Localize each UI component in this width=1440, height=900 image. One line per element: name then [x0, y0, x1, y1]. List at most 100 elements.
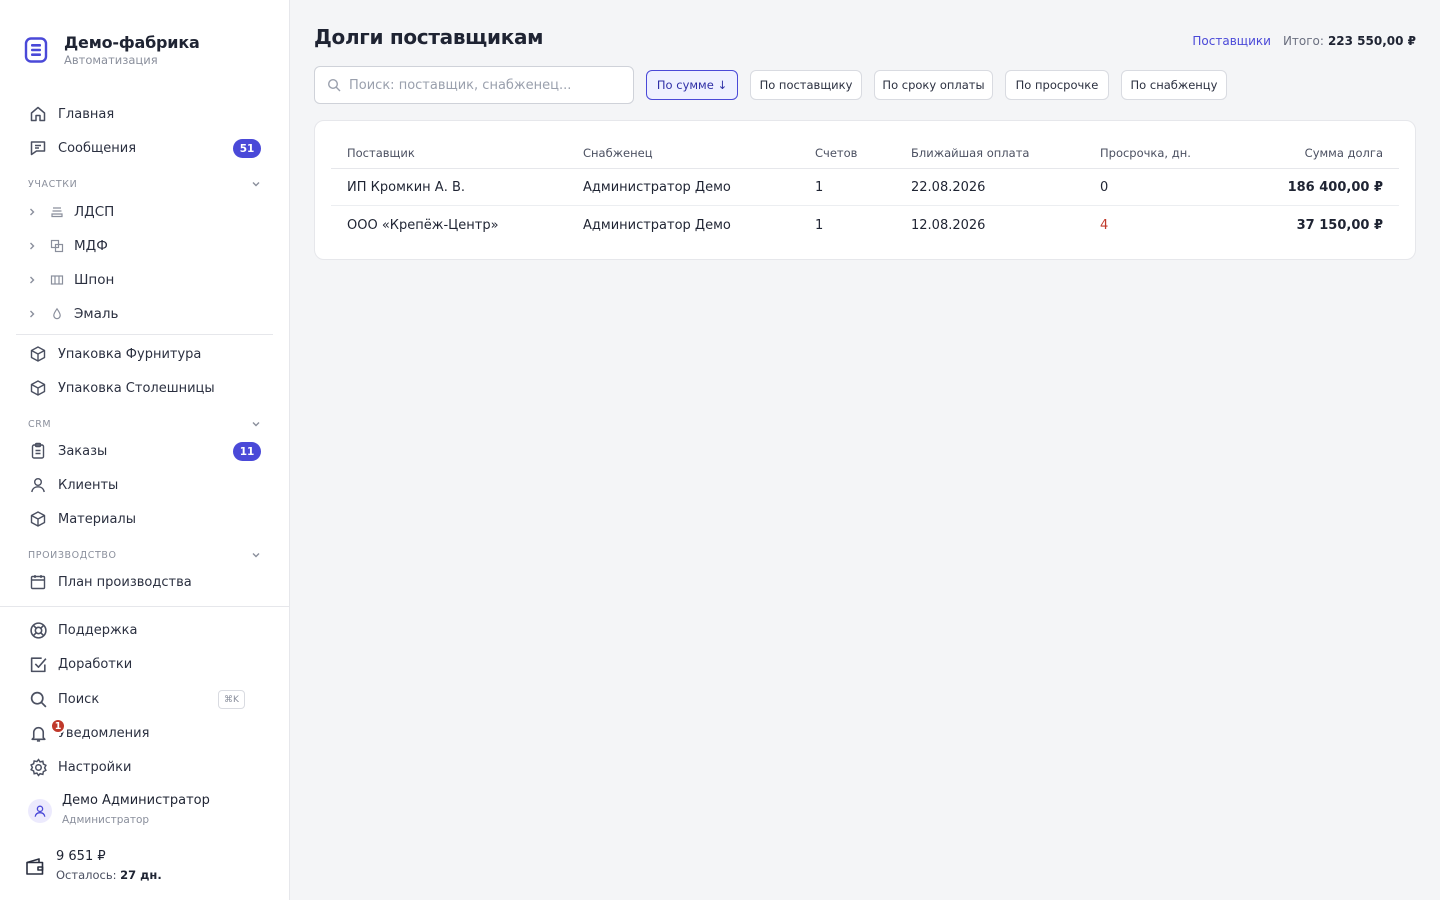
- nav-production-plan[interactable]: План производства: [16, 566, 273, 598]
- search-icon: [327, 78, 341, 92]
- search-icon: [28, 689, 48, 709]
- search-box[interactable]: [314, 66, 634, 104]
- box-icon: [28, 378, 48, 398]
- chevron-right-icon[interactable]: [24, 204, 40, 220]
- participant-veneer[interactable]: Шпон: [24, 265, 273, 295]
- column-header-next-payment[interactable]: Ближайшая оплата: [911, 146, 1029, 160]
- cell-amount: 37 150,00 ₽: [1296, 217, 1383, 233]
- user-role: Администратор: [62, 814, 150, 826]
- nav-clients-label: Клиенты: [58, 477, 119, 493]
- nav-messages[interactable]: Сообщения 51: [16, 132, 273, 164]
- search-input[interactable]: [349, 77, 619, 93]
- participant-label: Эмаль: [74, 306, 119, 322]
- notifications-count-badge: 1: [50, 718, 66, 734]
- gear-icon: [28, 757, 48, 777]
- nav-orders[interactable]: Заказы 11: [16, 435, 273, 467]
- checkbox-icon: [28, 654, 48, 674]
- wallet-remaining-value: 27 дн.: [120, 868, 162, 882]
- user-profile[interactable]: Демо Администратор Администратор: [28, 792, 268, 830]
- nav-packaging-hardware[interactable]: Упаковка Фурнитура: [16, 338, 273, 370]
- nav-messages-label: Сообщения: [58, 140, 137, 156]
- nav-support[interactable]: Поддержка: [16, 614, 273, 646]
- column-header-supplier[interactable]: Поставщик: [347, 146, 415, 160]
- sidebar: Демо-фабрика Автоматизация Главная Сообщ…: [0, 0, 290, 900]
- total-label: Итого:: [1282, 34, 1324, 48]
- wallet-amount: 9 651 ₽: [56, 849, 106, 864]
- participant-enamel[interactable]: Эмаль: [24, 299, 273, 329]
- participant-label: ЛДСП: [74, 204, 115, 220]
- column-header-amount[interactable]: Сумма долга: [1305, 146, 1383, 160]
- user-name: Демо Администратор: [62, 793, 210, 808]
- suppliers-link[interactable]: Поставщики: [1192, 34, 1271, 48]
- nav-search-label: Поиск: [58, 691, 100, 707]
- section-participants[interactable]: Участки: [28, 176, 262, 192]
- column-header-invoices[interactable]: Счетов: [815, 146, 857, 160]
- wallet-remaining: Осталось: 27 дн.: [56, 867, 162, 883]
- cell-buyer: Администратор Демо: [583, 217, 731, 233]
- nav-settings[interactable]: Настройки: [16, 751, 273, 783]
- veneer-icon: [49, 272, 65, 288]
- cell-next-payment: 12.08.2026: [911, 217, 986, 233]
- nav-settings-label: Настройки: [58, 759, 132, 775]
- cell-overdue: 4: [1100, 217, 1109, 233]
- sort-by-amount-button[interactable]: По сумме ↓: [646, 70, 738, 100]
- brand[interactable]: Демо-фабрика Автоматизация: [24, 34, 200, 74]
- chevron-right-icon[interactable]: [24, 238, 40, 254]
- brand-subtitle: Автоматизация: [64, 53, 158, 67]
- page-title: Долги поставщикам: [314, 25, 544, 49]
- brand-title: Демо-фабрика: [64, 33, 200, 52]
- column-header-overdue[interactable]: Просрочка, дн.: [1100, 146, 1191, 160]
- column-header-buyer[interactable]: Снабженец: [583, 146, 653, 160]
- sort-by-buyer-button[interactable]: По снабженцу: [1121, 70, 1227, 100]
- participant-mdf[interactable]: МДФ: [24, 231, 273, 261]
- nav-improvements[interactable]: Доработки: [16, 648, 273, 680]
- wallet-balance[interactable]: 9 651 ₽ Осталось: 27 дн.: [24, 848, 264, 886]
- divider: [16, 334, 273, 335]
- sort-by-supplier-button[interactable]: По поставщику: [750, 70, 862, 100]
- orders-count-badge: 11: [233, 442, 261, 461]
- nav-home[interactable]: Главная: [16, 98, 273, 130]
- chevron-right-icon[interactable]: [24, 306, 40, 322]
- section-crm-title: CRM: [28, 418, 52, 430]
- stack-icon: [49, 204, 65, 220]
- nav-materials[interactable]: Материалы: [16, 503, 273, 535]
- nav-packaging-hardware-label: Упаковка Фурнитура: [58, 346, 202, 362]
- participant-label: Шпон: [74, 272, 115, 288]
- cell-supplier: ИП Кромкин А. В.: [347, 180, 466, 195]
- section-production[interactable]: Производство: [28, 547, 262, 563]
- participant-ldsp[interactable]: ЛДСП: [24, 197, 273, 227]
- chevron-right-icon[interactable]: [24, 272, 40, 288]
- lifebuoy-icon: [28, 620, 48, 640]
- table-row[interactable]: ИП Кромкин А. В. Администратор Демо 1 22…: [331, 170, 1399, 206]
- nav-packaging-countertops[interactable]: Упаковка Столешницы: [16, 372, 273, 404]
- clipboard-icon: [28, 441, 48, 461]
- nav-support-label: Поддержка: [58, 622, 138, 638]
- cell-buyer: Администратор Демо: [583, 180, 731, 195]
- drop-icon: [49, 306, 65, 322]
- total-value: 223 550,00 ₽: [1327, 34, 1416, 48]
- chat-icon: [28, 138, 48, 158]
- nav-improvements-label: Доработки: [58, 656, 133, 672]
- sort-by-overdue-button[interactable]: По просрочке: [1005, 70, 1109, 100]
- nav-materials-label: Материалы: [58, 511, 136, 527]
- cell-supplier: ООО «Крепёж-Центр»: [347, 217, 499, 233]
- nav-search[interactable]: Поиск ⌘K: [16, 683, 273, 715]
- layers-icon: [49, 238, 65, 254]
- nav-notifications[interactable]: 1 Уведомления: [16, 717, 273, 749]
- cell-amount: 186 400,00 ₽: [1287, 180, 1383, 195]
- nav-production-plan-label: План производства: [58, 574, 192, 590]
- search-shortcut-hint: ⌘K: [218, 690, 245, 709]
- cell-next-payment: 22.08.2026: [911, 180, 986, 195]
- section-crm[interactable]: CRM: [28, 416, 262, 432]
- wallet-icon: [26, 858, 44, 875]
- home-icon: [28, 104, 48, 124]
- bell-icon: [28, 723, 48, 743]
- table-row[interactable]: ООО «Крепёж-Центр» Администратор Демо 1 …: [331, 207, 1399, 243]
- sort-by-due-date-button[interactable]: По сроку оплаты: [874, 70, 993, 100]
- nav-orders-label: Заказы: [58, 443, 108, 459]
- debts-table-card: Поставщик Снабженец Счетов Ближайшая опл…: [314, 120, 1416, 260]
- nav-clients[interactable]: Клиенты: [16, 469, 273, 501]
- section-participants-title: Участки: [28, 178, 78, 190]
- nav-home-label: Главная: [58, 106, 115, 122]
- user-icon: [28, 475, 48, 495]
